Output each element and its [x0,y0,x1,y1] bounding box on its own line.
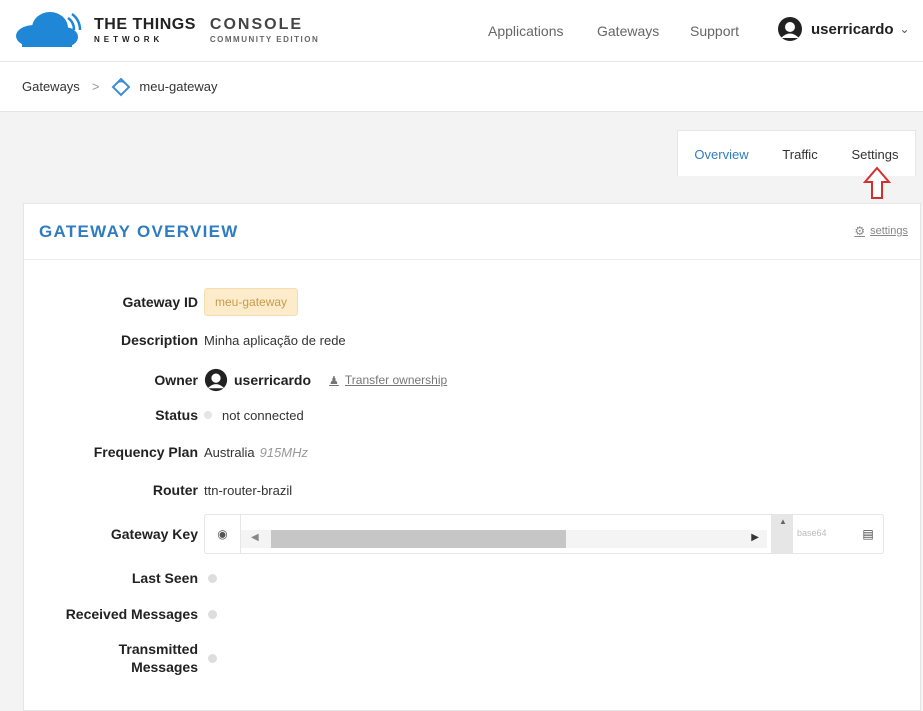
last-seen-label: Last Seen [131,570,198,586]
horizontal-scrollbar[interactable]: ◀ ▶ [241,530,767,548]
username: userricardo [811,20,894,38]
copy-icon[interactable]: ▤ [853,515,883,553]
nav-applications[interactable]: Applications [488,23,564,39]
settings-link-label: settings [870,225,908,237]
gateway-id-row: Gateway ID meu-gateway [24,288,299,316]
gateway-key-field[interactable]: ◉ ◀ ▶ ▲ base64 ▤ [204,514,884,554]
transfer-icon: ♟ [329,374,339,387]
nav-gateways[interactable]: Gateways [597,23,659,39]
router-row: Router ttn-router-brazil [24,482,292,498]
scroll-right-arrow[interactable]: ▶ [751,532,759,543]
status-label: Status [155,407,198,423]
gateway-id-label: Gateway ID [122,294,198,310]
description-value: Minha aplicação de rede [204,332,346,348]
owner-label: Owner [154,372,198,388]
transmitted-label-line2: Messages [131,659,198,675]
status-dot [204,411,212,419]
transfer-ownership-label: Transfer ownership [344,373,448,387]
frequency-detail: 915MHz [259,444,308,460]
router-label: Router [152,482,198,498]
chevron-down-icon: ⌄ [899,22,910,36]
received-label: Received Messages [65,606,198,622]
frequency-value: Australia [204,444,255,460]
breadcrumb-separator: > [91,79,100,94]
card-header: GATEWAY OVERVIEW ⚙ settings [24,204,920,260]
settings-link[interactable]: ⚙ settings [854,224,908,238]
router-value: ttn-router-brazil [204,482,293,498]
arrow-up-outline-icon [863,166,891,199]
breadcrumb-current[interactable]: meu-gateway [139,79,217,94]
scroll-thumb[interactable] [271,530,566,548]
gateway-overview-card: GATEWAY OVERVIEW ⚙ settings Gateway ID m… [23,203,921,711]
info-dot-icon [208,573,217,583]
brand-name: THE THINGS [94,15,196,33]
info-dot-icon [208,609,217,619]
user-avatar-icon [204,368,228,392]
gear-icon: ⚙ [854,224,866,238]
user-menu[interactable]: userricardo ⌄ [777,16,910,42]
breadcrumb-gateways[interactable]: Gateways [22,79,80,94]
key-format-label: base64 [797,528,827,538]
owner-name: userricardo [234,372,312,388]
transmitted-row: Transmitted Messages [24,640,217,676]
status-row: Status not connected [24,407,304,423]
status-value: not connected [222,407,304,423]
breadcrumb: Gateways > meu-gateway [0,62,923,112]
received-row: Received Messages [24,606,217,622]
last-seen-row: Last Seen [24,570,217,586]
top-header: THE THINGS NETWORK CONSOLE COMMUNITY EDI… [0,0,923,62]
frequency-label: Frequency Plan [93,444,198,460]
user-avatar-icon [778,17,802,41]
transmitted-label: Transmitted Messages [24,640,204,676]
gateway-icon [111,77,131,96]
eye-icon[interactable]: ◉ [205,515,241,553]
frequency-row: Frequency Plan Australia 915MHz [24,444,308,460]
transmitted-label-line1: Transmitted [118,641,198,657]
scroll-left-arrow[interactable]: ◀ [251,532,259,543]
gateway-id-badge: meu-gateway [204,288,299,316]
description-label: Description [120,332,198,348]
scroll-up-arrow[interactable]: ▲ [779,517,787,526]
tab-overview[interactable]: Overview [678,131,765,177]
cloud-logo-icon [16,12,82,47]
gateway-key-label: Gateway Key [110,526,198,542]
info-dot-icon [208,653,217,663]
description-row: Description Minha aplicação de rede [24,332,346,348]
nav-support[interactable]: Support [690,23,739,39]
vertical-scrollbar[interactable]: ▲ [771,515,793,553]
transfer-ownership-link[interactable]: ♟ Transfer ownership [329,373,447,387]
card-title: GATEWAY OVERVIEW [39,222,239,241]
edition-label: COMMUNITY EDITION [209,34,320,44]
owner-row: Owner userricardo ♟ Transfer ownership [24,368,447,392]
brand-sub: NETWORK [94,34,164,44]
tab-traffic[interactable]: Traffic [765,131,835,177]
ttn-logo[interactable]: THE THINGS NETWORK CONSOLE COMMUNITY EDI… [14,10,319,50]
console-title: CONSOLE [209,15,304,33]
gateway-key-row: Gateway Key ◉ ◀ ▶ ▲ base64 ▤ [24,514,884,554]
